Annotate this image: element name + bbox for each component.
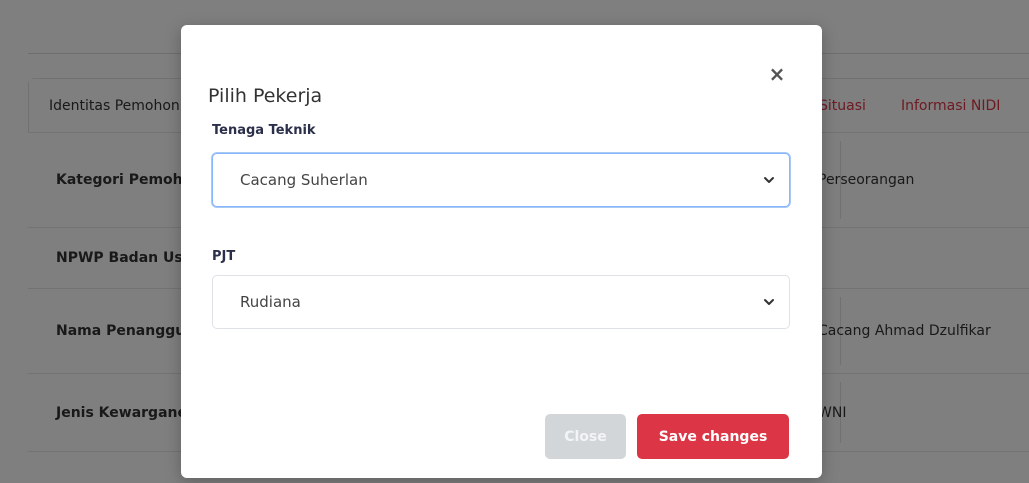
- close-button[interactable]: Close: [545, 414, 626, 459]
- chevron-down-icon: [763, 174, 775, 186]
- pjt-label: PJT: [212, 249, 236, 264]
- close-icon[interactable]: ×: [766, 63, 788, 85]
- tenaga-teknik-selected-value: Cacang Suherlan: [240, 171, 368, 189]
- pjt-select[interactable]: Rudiana: [212, 275, 790, 329]
- modal-title: Pilih Pekerja: [208, 85, 323, 107]
- tenaga-teknik-select[interactable]: Cacang Suherlan: [212, 153, 790, 207]
- chevron-down-icon: [763, 296, 775, 308]
- tenaga-teknik-label: Tenaga Teknik: [212, 123, 316, 138]
- save-changes-button[interactable]: Save changes: [637, 414, 789, 459]
- pilih-pekerja-modal: Pilih Pekerja × Tenaga Teknik Cacang Suh…: [181, 25, 822, 478]
- pjt-selected-value: Rudiana: [240, 293, 301, 311]
